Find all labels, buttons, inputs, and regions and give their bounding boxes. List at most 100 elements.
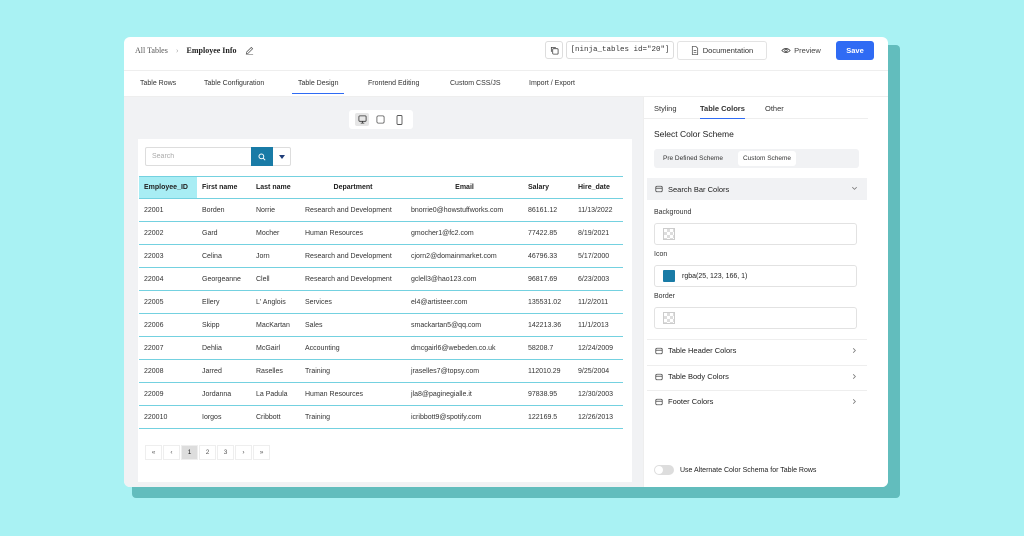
tablet-view-button[interactable] — [374, 113, 388, 126]
cell-first-name: Iorgos — [197, 405, 251, 429]
accordion-search-bar-colors[interactable]: Search Bar Colors — [647, 178, 867, 200]
page-1-button[interactable]: 1 — [181, 445, 198, 460]
accordion-table-body-colors[interactable]: Table Body Colors — [647, 365, 867, 387]
tab-table-colors[interactable]: Table Colors — [700, 104, 745, 119]
page-prev-button[interactable]: ‹ — [163, 445, 180, 460]
desktop-view-button[interactable] — [355, 113, 370, 126]
cell-last-name: La Padula — [251, 382, 300, 406]
column-header-department[interactable]: Department — [300, 176, 406, 199]
cell-salary: 46796.33 — [523, 244, 573, 268]
cell-first-name: Gard — [197, 221, 251, 245]
cell-email: dmcgairl6@webeden.co.uk — [406, 336, 523, 360]
option-custom-scheme[interactable]: Custom Scheme — [738, 151, 797, 166]
pagination: « ‹ 1 2 3 › » — [145, 445, 271, 460]
cell-email: gmocher1@fc2.com — [406, 221, 523, 245]
background-color-picker[interactable] — [654, 223, 857, 245]
column-header-last-name[interactable]: Last name — [251, 176, 300, 199]
documentation-label: Documentation — [702, 46, 754, 55]
cell-hire-date: 12/24/2009 — [573, 336, 623, 360]
alternate-row-colors-toggle[interactable] — [654, 465, 674, 475]
cell-email: bnorrie0@howstuffworks.com — [406, 198, 523, 222]
page-last-button[interactable]: » — [253, 445, 270, 460]
table-card: Employee_ID First name Last name Departm… — [138, 139, 632, 482]
color-scheme-title: Select Color Scheme — [654, 129, 734, 139]
chevron-right-icon — [852, 348, 856, 353]
settings-tabs: Styling Table Colors Other — [644, 97, 868, 119]
database-icon — [655, 347, 663, 354]
chevron-down-icon — [852, 186, 857, 190]
tab-other[interactable]: Other — [765, 104, 784, 113]
page-first-button[interactable]: « — [145, 445, 162, 460]
preview-button[interactable]: Preview — [774, 41, 828, 60]
tab-table-design[interactable]: Table Design — [292, 80, 345, 94]
search-button[interactable] — [251, 147, 273, 166]
cell-last-name: McGairl — [251, 336, 300, 360]
cell-first-name: Ellery — [197, 290, 251, 314]
eye-icon — [781, 48, 791, 53]
table-body: 22001 Borden Norrie Research and Developmen… — [139, 198, 623, 429]
table-row: 22003 Celina Jorn Research and Development c… — [139, 244, 623, 268]
search-icon — [258, 152, 266, 161]
table-header-row: Employee_ID First name Last name Departm… — [139, 176, 623, 199]
column-header-email[interactable]: Email — [406, 176, 523, 199]
mobile-icon — [396, 114, 403, 125]
tab-styling[interactable]: Styling — [654, 104, 677, 113]
table-row: 22001 Borden Norrie Research and Developmen… — [139, 198, 623, 222]
cell-last-name: Mocher — [251, 221, 300, 245]
column-header-first-name[interactable]: First name — [197, 176, 251, 199]
cell-salary: 96817.69 — [523, 267, 573, 291]
color-scheme-toggle: Pre Defined Scheme Custom Scheme — [654, 149, 859, 168]
mobile-view-button[interactable] — [393, 113, 407, 126]
shortcode-field[interactable]: [ninja_tables id="20"] — [566, 41, 674, 59]
option-predefined-scheme[interactable]: Pre Defined Scheme — [658, 153, 728, 164]
breadcrumb-root[interactable]: All Tables — [135, 46, 168, 55]
copy-shortcode-button[interactable] — [545, 41, 563, 59]
alternate-row-colors-setting: Use Alternate Color Schema for Table Row… — [654, 465, 816, 475]
table-row: 22006 Skipp MacKartan Sales smackartan5@qq.c… — [139, 313, 623, 337]
cell-hire-date: 11/13/2022 — [573, 198, 623, 222]
tab-import-export[interactable]: Import / Export — [529, 80, 575, 87]
database-icon — [655, 185, 663, 193]
column-header-salary[interactable]: Salary — [523, 176, 573, 199]
empty-color-swatch — [663, 312, 675, 324]
cell-email: smackartan5@qq.com — [406, 313, 523, 337]
page-3-button[interactable]: 3 — [217, 445, 234, 460]
tab-custom-css-js[interactable]: Custom CSS/JS — [450, 80, 501, 87]
border-color-picker[interactable] — [654, 307, 857, 329]
cell-first-name: Jarred — [197, 359, 251, 383]
document-icon — [691, 46, 698, 55]
cell-email: cjorn2@domainmarket.com — [406, 244, 523, 268]
accordion-table-header-colors[interactable]: Table Header Colors — [647, 339, 867, 361]
cell-department: Research and Development — [300, 244, 406, 268]
search-input[interactable] — [146, 148, 250, 165]
cell-salary: 122169.5 — [523, 405, 573, 429]
cell-last-name: Jorn — [251, 244, 300, 268]
page-next-button[interactable]: › — [235, 445, 252, 460]
chevron-right-icon: › — [175, 46, 179, 55]
column-header-employee-id[interactable]: Employee_ID — [139, 176, 197, 199]
device-switcher — [349, 110, 413, 129]
tab-table-rows[interactable]: Table Rows — [140, 80, 176, 87]
accordion-footer-colors[interactable]: Footer Colors — [647, 390, 867, 412]
tab-table-configuration[interactable]: Table Configuration — [204, 80, 264, 87]
cell-department: Sales — [300, 313, 406, 337]
topbar: All Tables › Employee Info [ninja_tables… — [124, 37, 888, 68]
tab-frontend-editing[interactable]: Frontend Editing — [368, 80, 419, 87]
empty-color-swatch — [663, 228, 675, 240]
cell-last-name: Norrie — [251, 198, 300, 222]
table-row: 22004 Georgeanne Clell Research and Develop… — [139, 267, 623, 291]
cell-department: Research and Development — [300, 267, 406, 291]
cell-last-name: Clell — [251, 267, 300, 291]
page-2-button[interactable]: 2 — [199, 445, 216, 460]
icon-color-picker[interactable]: rgba(25, 123, 166, 1) — [654, 265, 857, 287]
cell-employee-id: 22007 — [139, 336, 197, 360]
cell-employee-id: 220010 — [139, 405, 197, 429]
cell-salary: 97838.95 — [523, 382, 573, 406]
cell-hire-date: 8/19/2021 — [573, 221, 623, 245]
save-button[interactable]: Save — [836, 41, 874, 60]
edit-pencil-icon[interactable] — [245, 46, 254, 55]
caret-down-icon — [279, 155, 285, 159]
column-header-hire-date[interactable]: Hire_date — [573, 176, 623, 199]
search-filter-dropdown[interactable] — [276, 151, 288, 163]
documentation-button[interactable]: Documentation — [677, 41, 767, 60]
